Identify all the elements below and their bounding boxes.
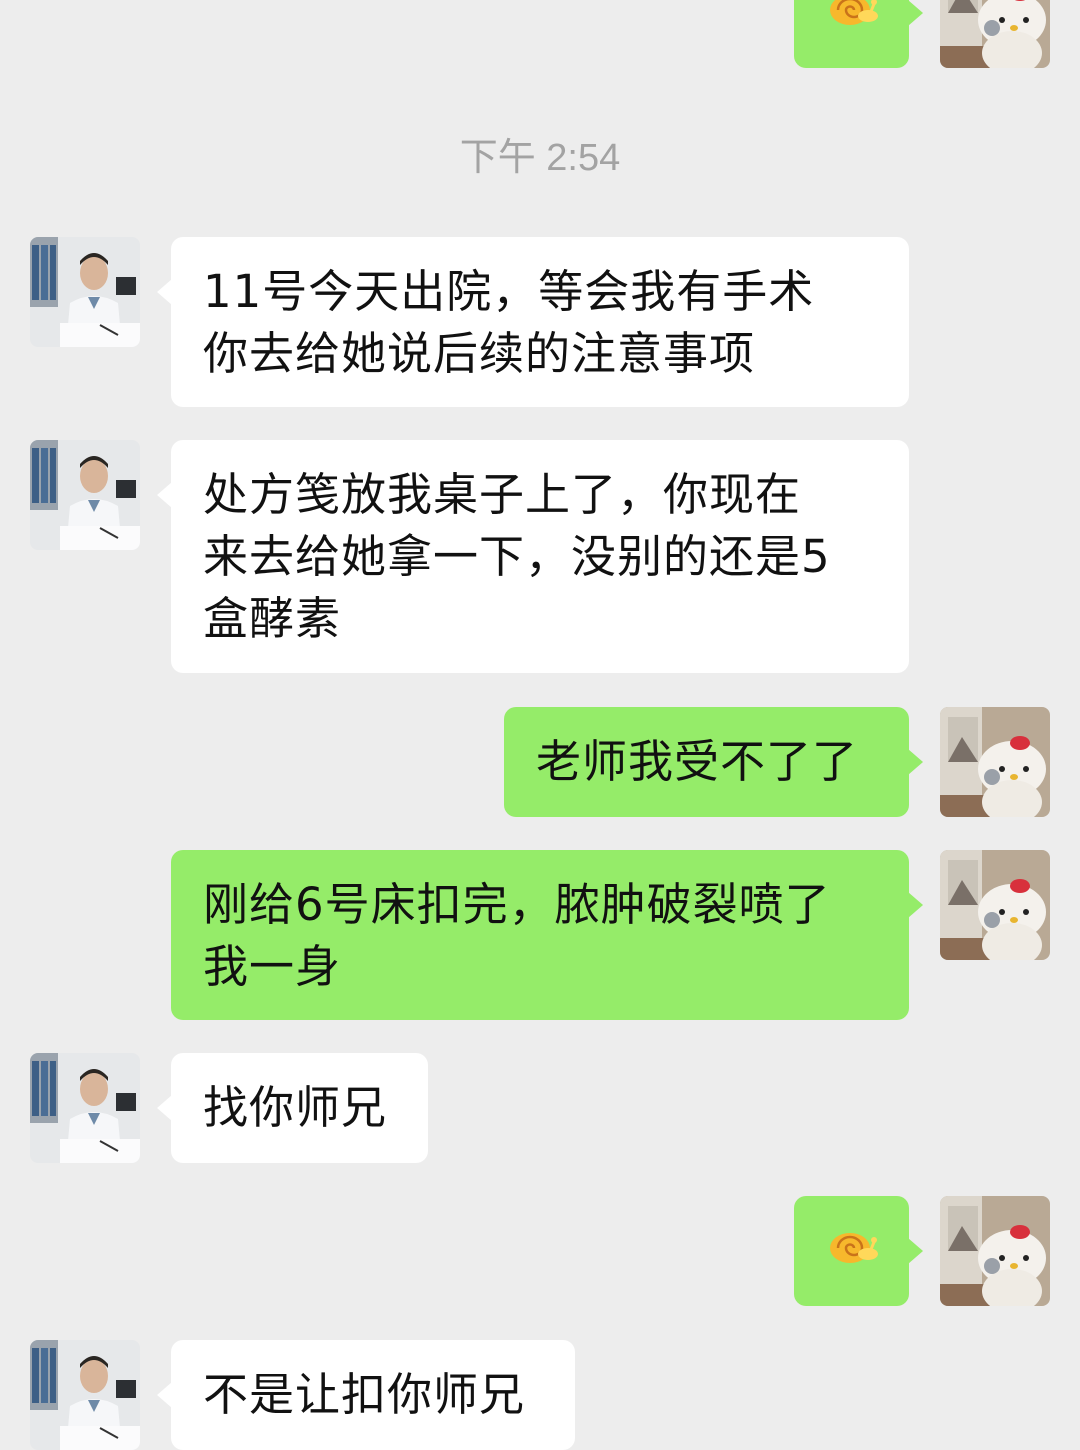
message-bubble-incoming[interactable]: 处方笺放我桌子上了，你现在 来去给她拿一下，没别的还是5 盒酵素 <box>157 440 909 673</box>
message-bubble-incoming[interactable]: 不是让扣你师兄 <box>157 1340 575 1450</box>
avatar-incoming[interactable] <box>30 237 140 347</box>
message-bubble-outgoing[interactable]: 刚给6号床扣完，脓肿破裂喷了 我一身 <box>171 850 923 1020</box>
message-bubble-incoming[interactable]: 11号今天出院，等会我有手术 你去给她说后续的注意事项 <box>157 237 909 407</box>
chat-window[interactable]: 下午 2:54 11号今天出院，等会我有手术 你去给她说后续的注意事项 处方笺放… <box>0 0 1080 1450</box>
avatar-incoming[interactable] <box>30 1340 140 1450</box>
message-text: 刚给6号床扣完，脓肿破裂喷了 我一身 <box>203 878 831 993</box>
avatar-outgoing[interactable] <box>940 707 1050 817</box>
timestamp: 下午 2:54 <box>459 137 621 179</box>
message-text: 老师我受不了了 <box>536 735 859 788</box>
avatar-outgoing[interactable] <box>940 850 1050 960</box>
doctor-avatar-icon <box>30 1340 140 1450</box>
message-bubble-outgoing[interactable] <box>794 0 923 68</box>
avatar-incoming[interactable] <box>30 440 140 550</box>
hello-kitty-doctor-avatar-icon <box>940 0 1050 68</box>
hello-kitty-doctor-avatar-icon <box>940 850 1050 960</box>
doctor-avatar-icon <box>30 1053 140 1163</box>
message-bubble-outgoing[interactable]: 老师我受不了了 <box>504 707 923 817</box>
avatar-outgoing[interactable] <box>940 0 1050 68</box>
avatar-incoming[interactable] <box>30 1053 140 1163</box>
doctor-avatar-icon <box>30 237 140 347</box>
hello-kitty-doctor-avatar-icon <box>940 1196 1050 1306</box>
message-text: 不是让扣你师兄 <box>203 1368 526 1421</box>
message-text: 11号今天出院，等会我有手术 你去给她说后续的注意事项 <box>203 265 815 380</box>
snail-emoji-icon <box>824 0 880 44</box>
hello-kitty-doctor-avatar-icon <box>940 707 1050 817</box>
doctor-avatar-icon <box>30 440 140 550</box>
message-text: 找你师兄 <box>203 1081 388 1134</box>
message-text: 处方笺放我桌子上了，你现在 来去给她拿一下，没别的还是5 盒酵素 <box>203 468 831 645</box>
snail-emoji-icon <box>824 1220 880 1282</box>
message-bubble-outgoing[interactable] <box>794 1196 923 1306</box>
avatar-outgoing[interactable] <box>940 1196 1050 1306</box>
message-bubble-incoming[interactable]: 找你师兄 <box>157 1053 428 1163</box>
